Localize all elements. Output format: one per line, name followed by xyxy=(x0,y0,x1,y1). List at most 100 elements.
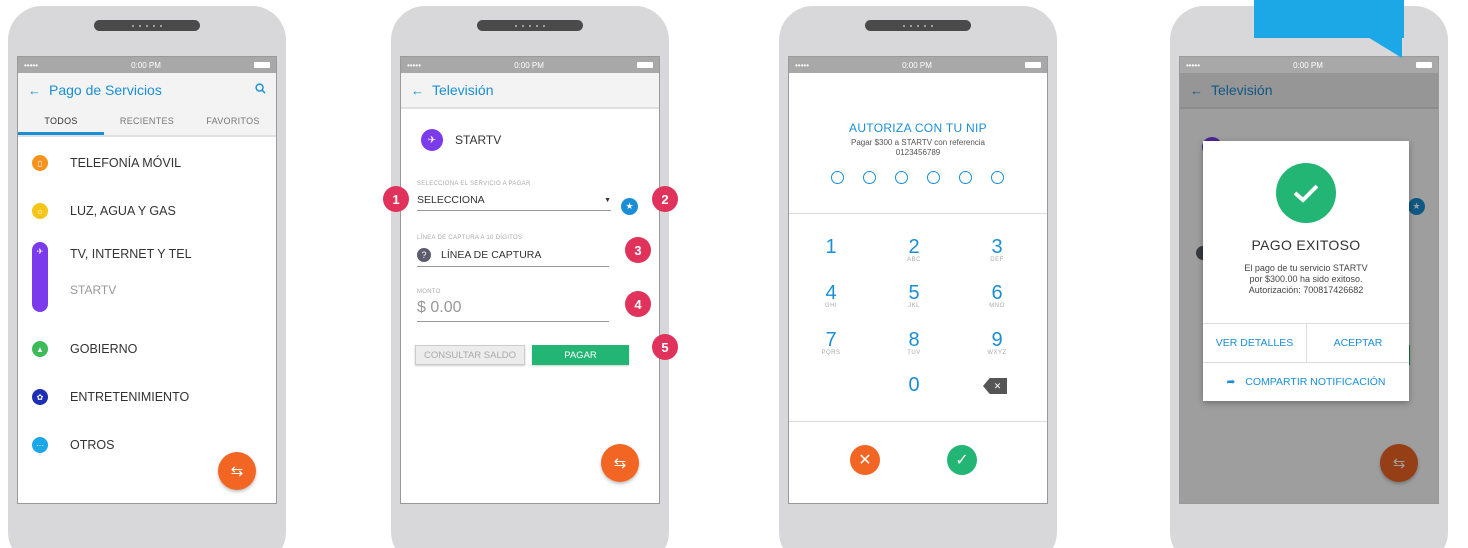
dialog-message-line-1: El pago de tu servicio STARTV xyxy=(1244,263,1368,273)
dialog-message-line-2: por $300.00 ha sido exitoso. xyxy=(1249,274,1363,284)
battery-icon xyxy=(637,62,653,68)
favorite-star-button[interactable]: ★ xyxy=(621,198,638,215)
key-9[interactable]: 9 WXYZ xyxy=(967,330,1027,356)
tooltip-pointer xyxy=(1366,36,1402,58)
share-label: COMPARTIR NOTIFICACIÓN xyxy=(1245,376,1386,388)
transfer-icon: ⇆ xyxy=(230,463,244,480)
key-letters: ABC xyxy=(907,257,921,263)
key-0[interactable]: 0 xyxy=(884,375,944,395)
category-label: TV, INTERNET Y TEL xyxy=(70,247,192,261)
pin-subtitle: Pagar $300 a STARTV con referencia 01234… xyxy=(789,138,1047,158)
app-bar: ← Pago de Servicios xyxy=(18,73,276,107)
phone-frame-success: ••••• 0:00 PM ← Televisión ★ ⇆ PAGO EXIT… xyxy=(1170,6,1448,548)
status-bar: ••••• 0:00 PM xyxy=(401,57,659,73)
signal-indicator: ••••• xyxy=(795,60,810,70)
screen-payment-success: ••••• 0:00 PM ← Televisión ★ ⇆ PAGO EXIT… xyxy=(1179,56,1439,504)
key-7[interactable]: 7 PQRS xyxy=(801,330,861,356)
battery-icon xyxy=(1025,62,1041,68)
accept-button[interactable]: ACEPTAR xyxy=(1307,324,1409,362)
provider-header: ✈ STARTV xyxy=(421,129,501,151)
key-digit: 1 xyxy=(825,236,837,258)
capture-line-input[interactable]: ? LÍNEA DE CAPTURA xyxy=(417,248,609,267)
status-bar: ••••• 0:00 PM xyxy=(18,57,276,73)
service-select-group: SELECCIONA EL SERVICIO A PAGAR SELECCION… xyxy=(417,181,611,211)
home-icon: ⌂ xyxy=(32,203,48,219)
key-letters: MNO xyxy=(989,303,1005,309)
check-balance-button[interactable]: CONSULTAR SALDO xyxy=(415,345,525,365)
category-gobierno[interactable]: ▲ GOBIERNO xyxy=(18,325,276,373)
fab-transfer-button[interactable]: ⇆ xyxy=(601,444,639,482)
view-details-button[interactable]: VER DETALLES xyxy=(1203,324,1306,362)
phone-frame-form: ••••• 0:00 PM ← Televisión ✈ STARTV SELE… xyxy=(391,6,669,548)
success-check-icon xyxy=(1276,163,1336,223)
confirm-check-icon[interactable]: ✓ xyxy=(947,445,977,475)
screen-service-list: ••••• 0:00 PM ← Pago de Servicios TODOS … xyxy=(17,56,277,504)
search-icon[interactable] xyxy=(255,83,266,97)
key-6[interactable]: 6 MNO xyxy=(967,283,1027,309)
help-icon[interactable]: ? xyxy=(417,248,431,262)
key-2[interactable]: 2 ABC xyxy=(884,237,944,263)
pin-title: AUTORIZA CON TU NIP xyxy=(849,121,987,135)
back-arrow-icon[interactable]: ← xyxy=(28,83,41,98)
key-digit: 5 xyxy=(908,282,920,304)
tab-todos[interactable]: TODOS xyxy=(18,107,104,135)
share-arrow-icon: ➦ xyxy=(1226,376,1236,388)
phone-frame-pin: ••••• 0:00 PM AUTORIZA CON TU NIP Pagar … xyxy=(779,6,1057,548)
back-arrow-icon[interactable]: ← xyxy=(411,83,424,98)
category-list: ▯ TELEFONÍA MÓVIL ⌂ LUZ, AGUA Y GAS ✈ TV… xyxy=(18,137,276,469)
step-badge-4: 4 xyxy=(625,291,651,317)
key-digit: 2 xyxy=(908,236,920,258)
service-select-value: SELECCIONA xyxy=(417,194,485,206)
subcategory-startv[interactable]: STARTV xyxy=(70,283,192,297)
phone-speaker xyxy=(477,20,583,31)
pay-button[interactable]: PAGAR xyxy=(532,345,629,365)
fab-transfer-button[interactable]: ⇆ xyxy=(218,452,256,490)
tab-recientes[interactable]: RECIENTES xyxy=(104,107,190,135)
signal-indicator: ••••• xyxy=(407,60,422,70)
category-telefonia-movil[interactable]: ▯ TELEFONÍA MÓVIL xyxy=(18,139,276,187)
mockup-stage: ••••• 0:00 PM ← Pago de Servicios TODOS … xyxy=(0,0,1468,548)
key-3[interactable]: 3 DEF xyxy=(967,237,1027,263)
tab-favoritos[interactable]: FAVORITOS xyxy=(190,107,276,135)
key-digit: 6 xyxy=(991,282,1003,304)
category-tv-internet-tel[interactable]: ✈ TV, INTERNET Y TEL STARTV xyxy=(18,235,276,325)
key-digit: 4 xyxy=(825,282,837,304)
step-badge-5: 5 xyxy=(652,334,678,360)
category-entretenimiento[interactable]: ✿ ENTRETENIMIENTO xyxy=(18,373,276,421)
capture-label: LÍNEA DE CAPTURA A 10 DÍGITOS xyxy=(417,235,523,241)
pin-subtitle-line-2: 0123456789 xyxy=(895,148,941,157)
key-4[interactable]: 4 GHI xyxy=(801,283,861,309)
key-1[interactable]: 1 xyxy=(801,237,861,257)
screen-pin-entry: ••••• 0:00 PM AUTORIZA CON TU NIP Pagar … xyxy=(788,56,1048,504)
pin-digit-slot xyxy=(831,171,844,184)
more-icon: ··· xyxy=(32,437,48,453)
key-letters: WXYZ xyxy=(987,350,1007,356)
amount-input[interactable]: $ 0.00 xyxy=(417,299,609,322)
tooltip-callout xyxy=(1254,0,1404,38)
dialog-title: PAGO EXITOSO xyxy=(1251,237,1361,253)
cancel-icon[interactable]: ✕ xyxy=(850,445,880,475)
transfer-icon: ⇆ xyxy=(613,455,627,472)
key-letters: PQRS xyxy=(821,350,841,356)
key-digit: 7 xyxy=(825,329,837,351)
pin-subtitle-line-1: Pagar $300 a STARTV con referencia xyxy=(851,138,985,147)
category-luz-agua-gas[interactable]: ⌂ LUZ, AGUA Y GAS xyxy=(18,187,276,235)
key-5[interactable]: 5 JKL xyxy=(884,283,944,309)
status-time: 0:00 PM xyxy=(902,60,932,70)
page-title: Televisión xyxy=(432,82,494,98)
key-letters: DEF xyxy=(990,257,1004,263)
pin-digit-slot xyxy=(991,171,1004,184)
phone-speaker xyxy=(94,20,200,31)
app-bar: ← Televisión xyxy=(401,73,659,109)
status-time: 0:00 PM xyxy=(1293,60,1323,70)
dialog-message: El pago de tu servicio STARTV por $300.0… xyxy=(1203,263,1409,296)
backspace-icon[interactable]: ✕ xyxy=(983,378,1007,394)
share-notification-button[interactable]: ➦ COMPARTIR NOTIFICACIÓN xyxy=(1203,363,1409,401)
signal-indicator: ••••• xyxy=(1186,60,1201,70)
category-label: GOBIERNO xyxy=(70,342,138,356)
entertainment-icon: ✿ xyxy=(32,389,48,405)
key-digit: 8 xyxy=(908,329,920,351)
service-select[interactable]: SELECCIONA ▼ xyxy=(417,194,611,211)
battery-icon xyxy=(1416,62,1432,68)
key-8[interactable]: 8 TUV xyxy=(884,330,944,356)
